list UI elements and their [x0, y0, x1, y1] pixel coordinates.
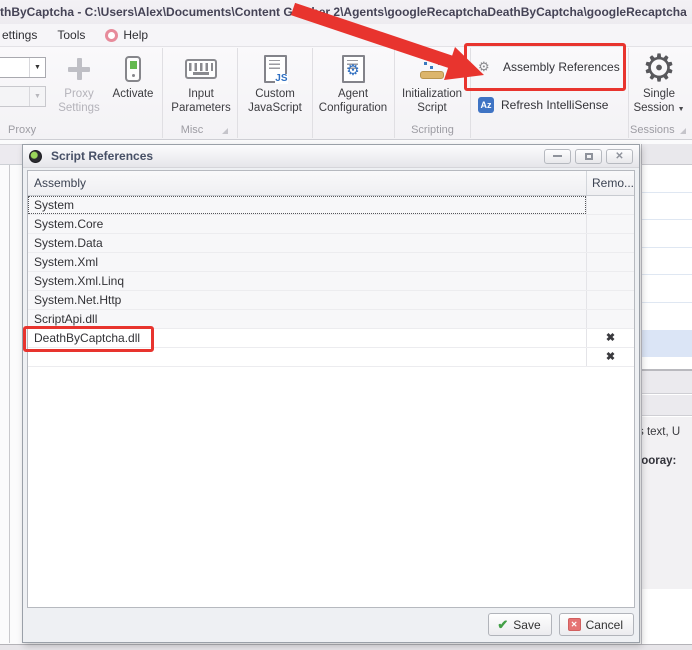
keyboard-icon	[185, 59, 217, 79]
custom-javascript-label: Custom JavaScript	[241, 88, 309, 115]
grid-line	[642, 247, 692, 248]
dialog-titlebar[interactable]: Script References ✕	[23, 145, 639, 168]
table-row[interactable]: System.Data	[28, 234, 634, 253]
background-toolbar-strip	[642, 369, 692, 394]
titlebar: thByCaptcha - C:\Users\Alex\Documents\Co…	[0, 0, 692, 24]
help-icon	[105, 29, 118, 42]
background-partial-text: s text, U	[642, 426, 680, 438]
remove-icon[interactable]: ✖	[606, 333, 615, 344]
table-row[interactable]: System.Xml	[28, 253, 634, 272]
table-row[interactable]: ScriptApi.dll	[28, 310, 634, 329]
app-window: thByCaptcha - C:\Users\Alex\Documents\Co…	[0, 0, 692, 650]
activate-icon	[125, 56, 141, 82]
minimize-button[interactable]	[544, 149, 571, 164]
cancel-x-icon: ✕	[568, 618, 581, 631]
close-button[interactable]: ✕	[606, 149, 633, 164]
proxy-settings-icon	[66, 56, 92, 82]
activate-button[interactable]: Activate	[107, 50, 159, 123]
background-pane-divider	[9, 165, 10, 643]
activate-label: Activate	[113, 88, 154, 102]
group-expand-icon[interactable]	[222, 128, 228, 134]
grid-line	[642, 192, 692, 193]
magic-wand-icon	[418, 55, 446, 83]
javascript-document-icon: JS	[264, 55, 287, 83]
single-session-label: Single Session	[633, 88, 675, 114]
intellisense-icon: Az	[478, 97, 494, 113]
background-selected-row	[642, 330, 692, 357]
background-toolbar-strip	[642, 395, 692, 416]
dropdown-arrow-icon: ▼	[678, 106, 685, 113]
ribbon-toolbar: ▼ ▼ Proxy Settings Activate Input Parame…	[0, 47, 692, 140]
gear-document-icon: ⚙	[342, 55, 365, 83]
table-row[interactable]: System.Core	[28, 215, 634, 234]
column-header-assembly[interactable]: Assembly	[28, 171, 586, 195]
proxy-combo-secondary: ▼	[0, 86, 46, 107]
assembly-references-label: Assembly References	[503, 60, 620, 74]
table-header: Assembly Remo...	[28, 171, 634, 196]
assembly-references-button[interactable]: ⚙ Assembly References	[478, 54, 624, 80]
dialog-title: Script References	[51, 149, 540, 163]
input-parameters-button[interactable]: Input Parameters	[168, 50, 234, 123]
assembly-gear-icon: ⚙	[478, 59, 496, 75]
save-button[interactable]: ✔ Save	[488, 613, 551, 636]
ribbon-group-proxy: Proxy	[8, 124, 36, 136]
single-session-button[interactable]: ⚙ Single Session ▼	[628, 50, 690, 123]
grid-line	[642, 219, 692, 220]
refresh-intellisense-button[interactable]: Az Refresh IntelliSense	[478, 92, 624, 118]
script-references-dialog: Script References ✕ Assembly Remo... Sys…	[22, 144, 640, 643]
custom-javascript-button[interactable]: JS Custom JavaScript	[241, 50, 309, 123]
background-statusbar	[0, 644, 692, 650]
remove-icon[interactable]: ✖	[606, 352, 615, 363]
proxy-settings-button: Proxy Settings	[52, 50, 106, 123]
close-icon: ✕	[615, 151, 623, 162]
refresh-intellisense-label: Refresh IntelliSense	[501, 98, 608, 112]
minimize-icon	[553, 155, 562, 157]
ribbon-group-scripting: Scripting	[237, 124, 628, 136]
table-row[interactable]: System.Net.Http	[28, 291, 634, 310]
maximize-icon	[585, 153, 593, 160]
table-row[interactable]: System.Xml.Linq	[28, 272, 634, 291]
grid-line	[642, 302, 692, 303]
table-row[interactable]: ✖	[28, 348, 634, 367]
combo-arrow-icon[interactable]: ▼	[29, 58, 45, 77]
save-label: Save	[513, 618, 540, 632]
cancel-button[interactable]: ✕ Cancel	[559, 613, 634, 636]
initialization-script-button[interactable]: Initialization Script	[397, 50, 467, 123]
dialog-footer: ✔ Save ✕ Cancel	[27, 611, 635, 638]
menu-help-label: Help	[123, 28, 148, 42]
maximize-button[interactable]	[575, 149, 602, 164]
background-help-panel: s text, U looray:	[642, 417, 692, 589]
background-pane-header	[0, 144, 22, 165]
group-expand-icon[interactable]	[680, 128, 686, 134]
ribbon-group-misc: Misc	[162, 124, 222, 136]
menu-settings[interactable]: ettings	[0, 24, 47, 47]
proxy-combo[interactable]: ▼	[0, 57, 46, 78]
session-gear-icon: ⚙	[642, 51, 676, 87]
combo-arrow-icon: ▼	[29, 87, 45, 106]
input-parameters-label: Input Parameters	[168, 88, 234, 115]
table-row[interactable]: System	[28, 196, 634, 215]
agent-configuration-label: Agent Configuration	[315, 88, 391, 115]
grid-line	[642, 274, 692, 275]
table-row[interactable]: DeathByCaptcha.dll ✖	[28, 329, 634, 348]
background-grid-header	[641, 144, 692, 165]
cancel-label: Cancel	[586, 618, 623, 632]
menu-help[interactable]: Help	[95, 24, 158, 47]
background-partial-text: looray:	[642, 455, 676, 467]
window-title: thByCaptcha - C:\Users\Alex\Documents\Co…	[0, 5, 692, 19]
ribbon-group-sessions: Sessions	[630, 124, 675, 136]
proxy-settings-label: Proxy Settings	[52, 88, 106, 115]
initialization-script-label: Initialization Script	[397, 88, 467, 115]
assembly-table: Assembly Remo... System System.Core Syst…	[27, 170, 635, 608]
dialog-icon	[29, 150, 42, 163]
menu-tools[interactable]: Tools	[47, 24, 95, 47]
column-header-remove[interactable]: Remo...	[586, 171, 634, 195]
agent-configuration-button[interactable]: ⚙ Agent Configuration	[315, 50, 391, 123]
check-icon: ✔	[497, 617, 508, 633]
menubar: ettings Tools Help	[0, 24, 692, 47]
